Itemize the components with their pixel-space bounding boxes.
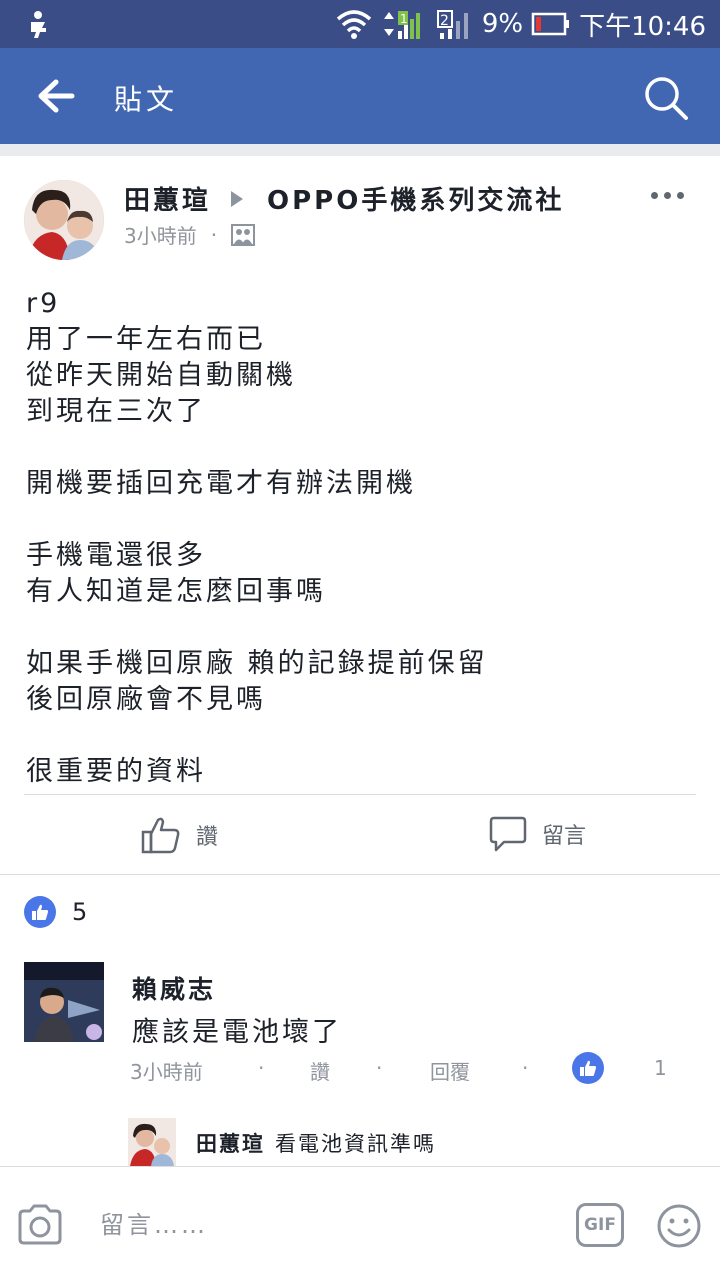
emoji-icon[interactable] <box>656 1203 702 1249</box>
clock: 下午10:46 <box>579 11 706 42</box>
meta-dot: · <box>258 1056 265 1080</box>
post-meta: 3小時前 · <box>124 220 256 249</box>
page-title: 貼文 <box>114 83 179 116</box>
reply-avatar[interactable] <box>128 1118 176 1166</box>
post-line: r9 <box>26 288 61 319</box>
divider <box>0 874 720 875</box>
post-line: 開機要插回充電才有辦法開機 <box>26 468 416 499</box>
post-line <box>26 430 696 466</box>
comment-composer: GIF <box>0 1166 720 1280</box>
comment-input[interactable] <box>100 1211 540 1239</box>
gif-button[interactable]: GIF <box>576 1203 624 1247</box>
signal-sim1-icon: 1 <box>383 11 420 39</box>
battery-low-icon <box>531 12 570 36</box>
commenter-avatar[interactable] <box>24 962 104 1042</box>
svg-text:1: 1 <box>400 12 408 26</box>
author-name[interactable]: 田蕙瑄 <box>124 180 211 217</box>
post-line: 到現在三次了 <box>26 396 206 427</box>
comment-like-reaction-icon <box>572 1052 604 1084</box>
notification-person-icon <box>31 11 46 38</box>
svg-text:2: 2 <box>440 13 449 29</box>
post-line: 後回原廠會不見嗎 <box>26 684 266 715</box>
post-options-icon[interactable] <box>651 192 684 199</box>
meta-dot: · <box>522 1056 529 1080</box>
reaction-count: 5 <box>72 898 88 926</box>
post-header: 田蕙瑄 OPPO手機系列交流社 <box>124 180 564 217</box>
signal-sim2-icon: 2 <box>436 10 468 39</box>
comment-reply-button[interactable]: 回覆 <box>430 1056 470 1085</box>
post-line: 用了一年左右而已 <box>26 324 266 355</box>
status-bar: 1 2 9% 下午10:46 <box>0 0 720 48</box>
post-body: r9 用了一年左右而已 從昨天開始自動關機 到現在三次了 開機要插回充電才有辦法… <box>26 286 696 790</box>
thumbs-up-icon <box>141 817 180 854</box>
post-line: 有人知道是怎麼回事嗎 <box>26 576 326 607</box>
app-bar: 貼文 <box>0 48 720 144</box>
back-arrow-icon[interactable] <box>36 78 76 114</box>
like-reaction-icon <box>24 896 56 928</box>
like-button[interactable]: 讚 <box>140 814 218 856</box>
reaction-summary[interactable]: 5 <box>24 896 87 928</box>
post-time[interactable]: 3小時前 <box>124 220 197 249</box>
wifi-icon <box>336 10 371 39</box>
post-line <box>26 718 696 754</box>
comment-like-count: 1 <box>654 1056 667 1080</box>
reply-text: 看電池資訊準嗎 <box>275 1132 436 1156</box>
camera-icon[interactable] <box>16 1203 64 1247</box>
comment-button[interactable]: 留言 <box>488 814 586 854</box>
post-line: 從昨天開始自動關機 <box>26 360 296 391</box>
reply-preview[interactable]: 田蕙瑄 看電池資訊準嗎 <box>196 1128 436 1158</box>
post-line: 手機電還很多 <box>26 540 206 571</box>
search-icon[interactable] <box>642 74 690 122</box>
meta-dot: · <box>376 1056 383 1080</box>
reply-author: 田蕙瑄 <box>196 1132 265 1156</box>
comment-meta: 3小時前 · 讚 · 回覆 · 1 <box>130 1052 690 1085</box>
posted-in-arrow-icon <box>231 190 244 207</box>
group-privacy-icon <box>231 223 256 246</box>
like-label: 讚 <box>196 825 219 850</box>
post-line <box>26 502 696 538</box>
commenter-name[interactable]: 賴威志 <box>132 970 216 1006</box>
post-line: 如果手機回原廠 賴的記錄提前保留 <box>26 648 488 679</box>
comment-label: 留言 <box>542 824 587 849</box>
battery-percent: 9% <box>481 9 524 39</box>
comment-bubble-icon <box>489 816 527 852</box>
post-card: 田蕙瑄 OPPO手機系列交流社 3小時前 · r9 用了一年左右而已 從昨天開始… <box>0 156 720 876</box>
meta-dot: · <box>210 222 218 247</box>
post-line: 很重要的資料 <box>26 756 206 787</box>
feed-separator <box>0 144 720 156</box>
post-actions: 讚 留言 <box>0 796 720 874</box>
comment-text: 應該是電池壞了 <box>132 1017 342 1048</box>
post-line <box>26 610 696 646</box>
group-name[interactable]: OPPO手機系列交流社 <box>267 180 564 217</box>
comment-time: 3小時前 <box>130 1060 203 1084</box>
divider <box>24 794 696 795</box>
author-avatar[interactable] <box>24 180 104 260</box>
comment-like-button[interactable]: 讚 <box>310 1056 330 1085</box>
